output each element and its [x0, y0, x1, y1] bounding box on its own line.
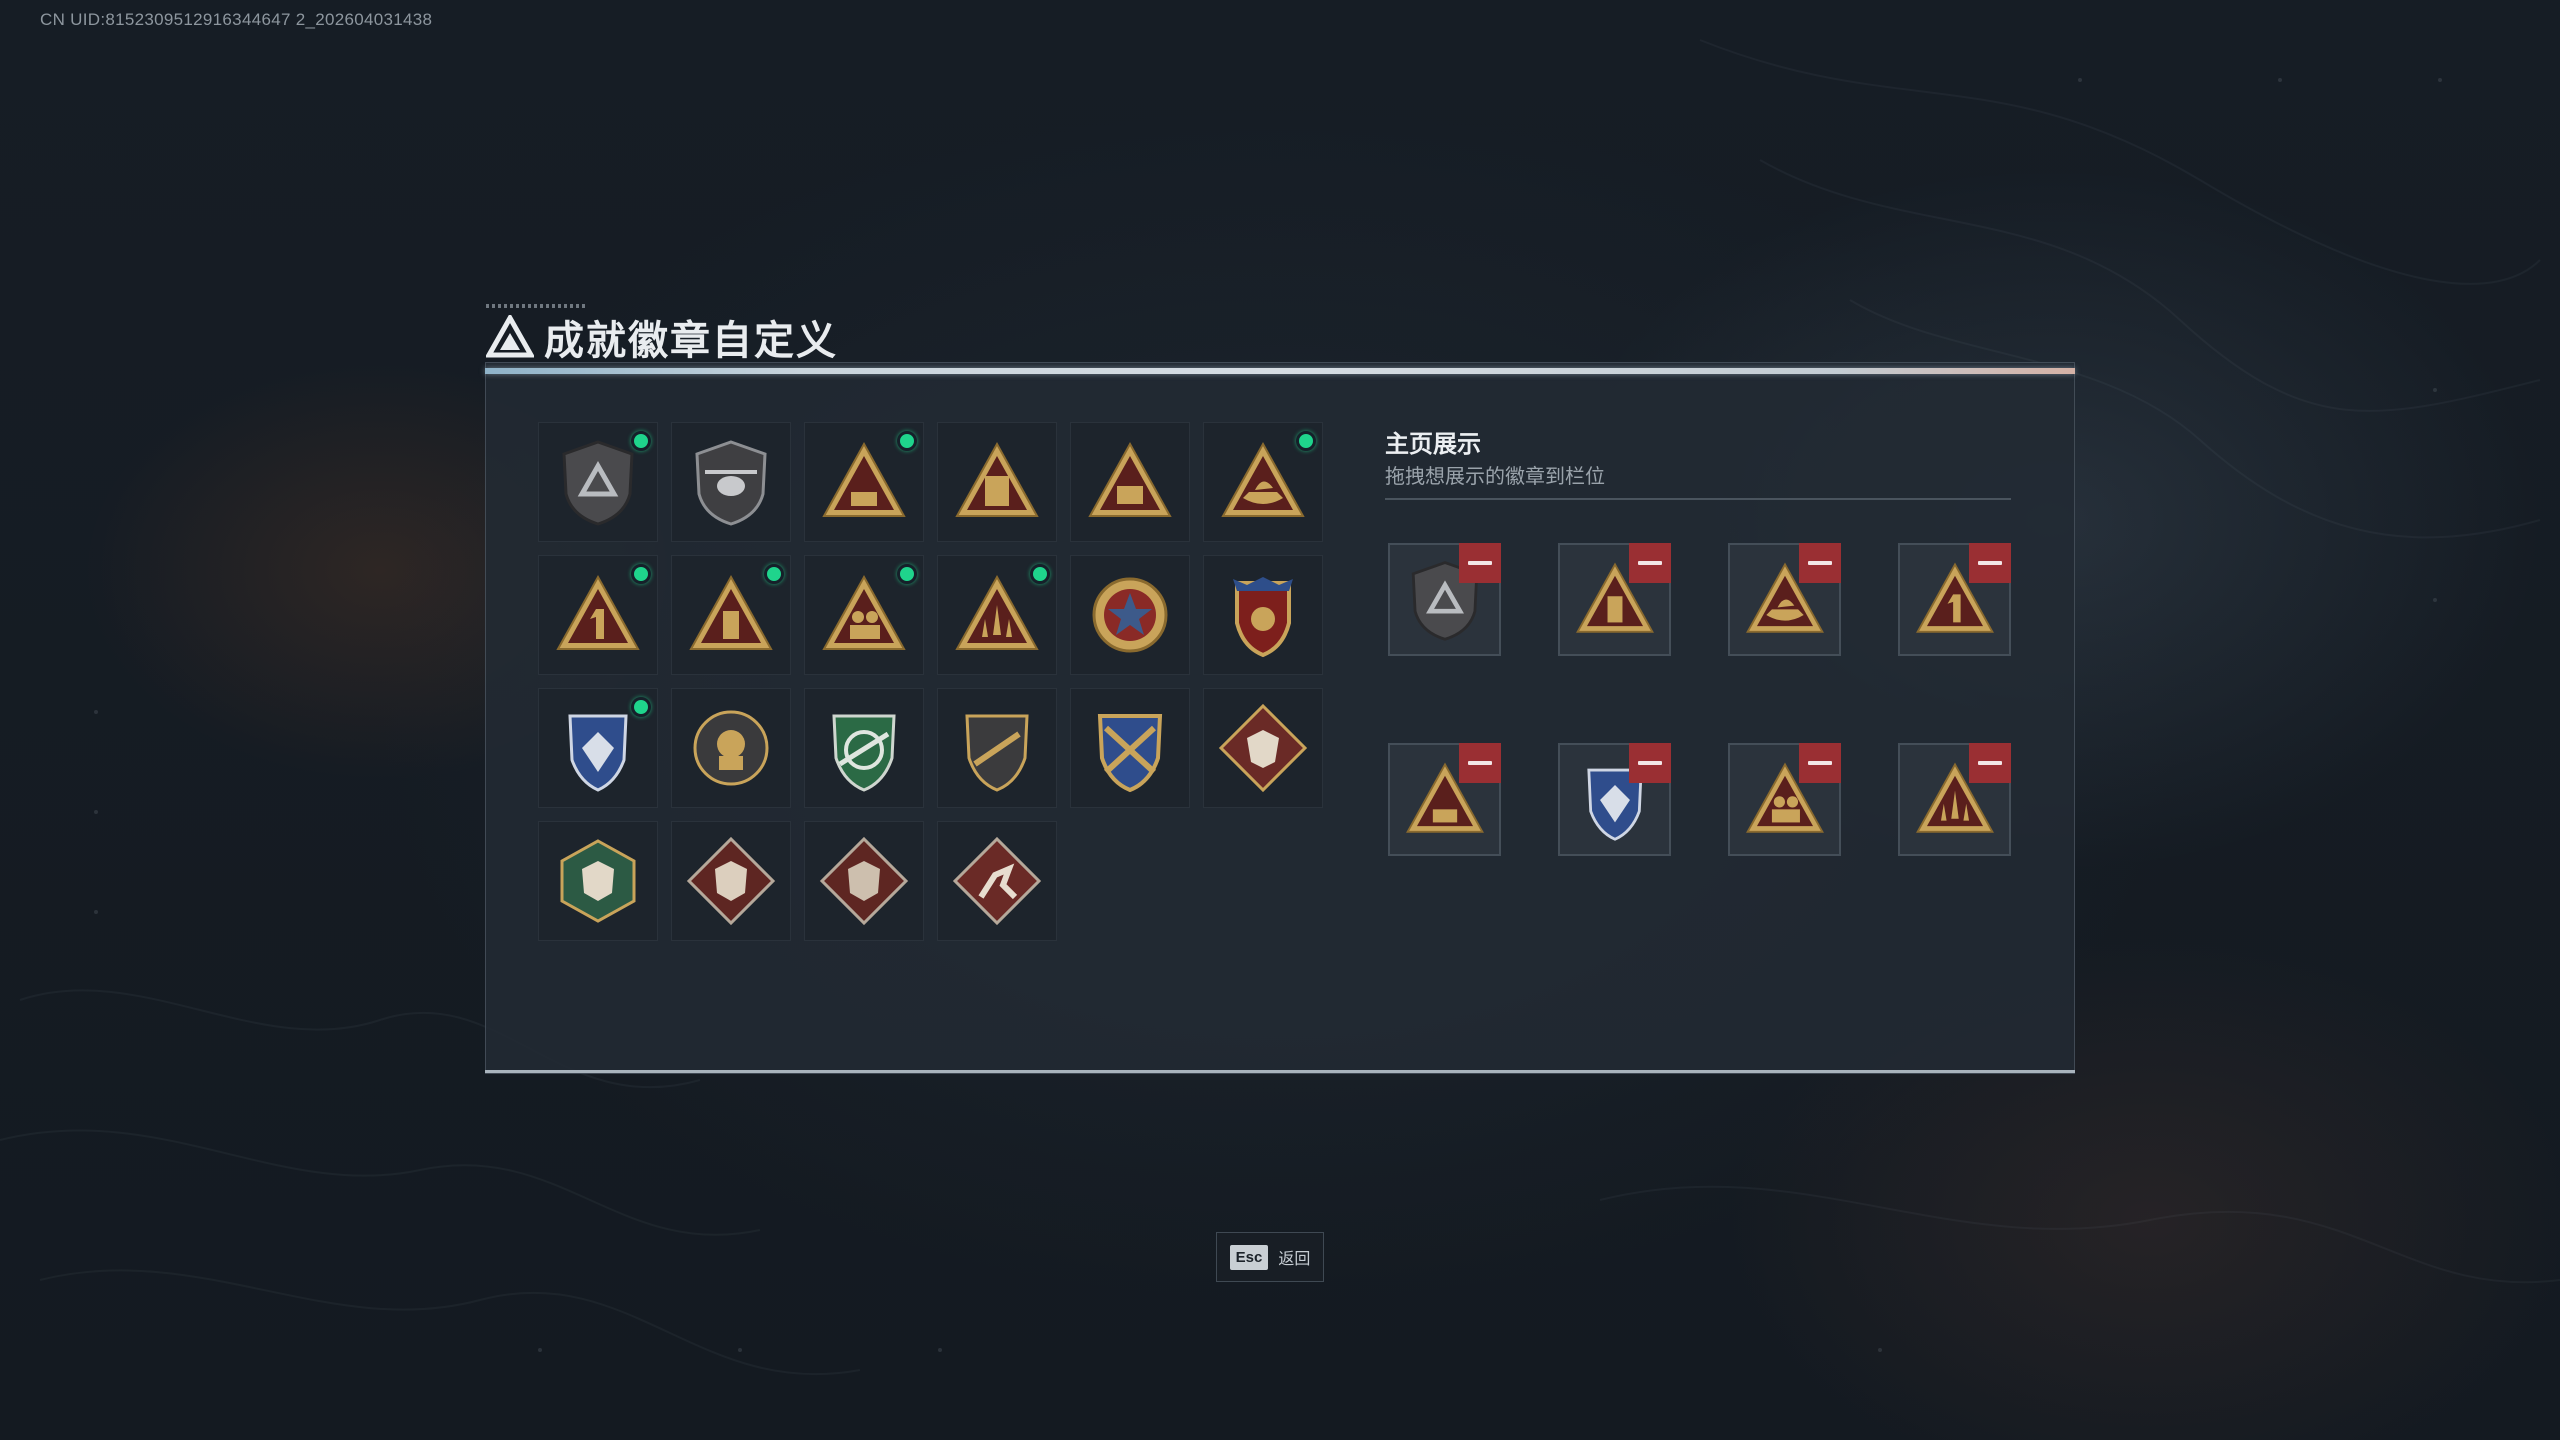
- badge-cell[interactable]: [804, 555, 924, 675]
- remove-badge-button[interactable]: [1969, 543, 2011, 583]
- triangle-s8-badge-icon: [1088, 441, 1172, 517]
- badge-cell[interactable]: [538, 422, 658, 542]
- helicopter-badge-icon: [695, 440, 767, 526]
- triangle-s7-badge-icon: [955, 441, 1039, 517]
- minus-icon: [1808, 761, 1832, 765]
- remove-badge-button[interactable]: [1799, 543, 1841, 583]
- badge-cell[interactable]: [1070, 688, 1190, 808]
- badge-cell[interactable]: [937, 555, 1057, 675]
- remove-badge-button[interactable]: [1969, 743, 2011, 783]
- selected-indicator: [1030, 564, 1050, 584]
- skull-portrait-badge-icon: [693, 710, 769, 786]
- showcase-slot[interactable]: [1898, 543, 2011, 656]
- badge-cell[interactable]: [1070, 555, 1190, 675]
- dragon-diamond-2-badge-icon: [819, 836, 909, 926]
- showcase-slot[interactable]: [1388, 743, 1501, 856]
- crossed-rifles-badge-icon: [1097, 714, 1163, 793]
- badge-cell[interactable]: [937, 688, 1057, 808]
- triangle-boat-badge-icon: [1221, 441, 1305, 517]
- dragon-diamond-badge-icon: [686, 836, 776, 926]
- showcase-slot[interactable]: [1558, 743, 1671, 856]
- remove-badge-button[interactable]: [1629, 743, 1671, 783]
- badge-cell[interactable]: [937, 821, 1057, 941]
- selected-indicator: [631, 697, 651, 717]
- badge-cell[interactable]: [671, 422, 791, 542]
- triangle-rockets-badge-icon: [955, 574, 1039, 650]
- delta-logo-icon: [486, 315, 534, 358]
- minus-icon: [1468, 561, 1492, 565]
- green-rifle-shield-badge-icon: [832, 714, 896, 792]
- esc-key-hint: Esc: [1229, 1244, 1269, 1270]
- selected-indicator: [897, 431, 917, 451]
- showcase-slot[interactable]: [1728, 743, 1841, 856]
- eagle-shield-badge-icon: [1233, 577, 1293, 658]
- remove-badge-button[interactable]: [1459, 743, 1501, 783]
- badge-cell[interactable]: [538, 821, 658, 941]
- showcase-slot[interactable]: [1558, 543, 1671, 656]
- badge-cell[interactable]: [1203, 555, 1323, 675]
- page-title: 成就徽章自定义: [544, 319, 838, 363]
- badge-cell[interactable]: [804, 821, 924, 941]
- wolf-diamond-badge-icon: [1218, 703, 1308, 793]
- remove-badge-button[interactable]: [1629, 543, 1671, 583]
- badge-cell[interactable]: [671, 821, 791, 941]
- showcase-slot[interactable]: [1728, 543, 1841, 656]
- badge-cell[interactable]: [671, 688, 791, 808]
- rifle-shield-badge-icon: [965, 714, 1029, 792]
- badge-cell[interactable]: [1203, 688, 1323, 808]
- badge-cell[interactable]: [538, 555, 658, 675]
- runner-diamond-badge-icon: [952, 836, 1042, 926]
- minus-icon: [1808, 561, 1832, 565]
- panel-bottom-line: [485, 1070, 2075, 1073]
- minus-icon: [1638, 561, 1662, 565]
- selected-indicator: [1296, 431, 1316, 451]
- badge-cell[interactable]: [1070, 422, 1190, 542]
- page-title-row: 成就徽章自定义: [486, 308, 838, 366]
- minus-icon: [1978, 561, 2002, 565]
- badge-cell[interactable]: [804, 688, 924, 808]
- panel-top-bar: [485, 368, 2075, 374]
- showcase-divider: [1385, 498, 2011, 500]
- triangle-number-1-badge-icon: [556, 574, 640, 650]
- showcase-slot[interactable]: [1898, 743, 2011, 856]
- triangle-s6-badge-icon: [822, 441, 906, 517]
- selected-indicator: [631, 431, 651, 451]
- blue-crest-badge-icon: [568, 714, 628, 792]
- selected-indicator: [631, 564, 651, 584]
- minus-icon: [1978, 761, 2002, 765]
- triangle-tower-badge-icon: [689, 574, 773, 650]
- badge-cell[interactable]: [1203, 422, 1323, 542]
- uid-label: CN UID:8152309512916344647 2_20260403143…: [40, 10, 433, 29]
- showcase-slots: [1388, 543, 2011, 856]
- star-medal-badge-icon: [1092, 577, 1168, 653]
- showcase-slot[interactable]: [1388, 543, 1501, 656]
- triangle-soldiers-badge-icon: [822, 574, 906, 650]
- selected-indicator: [764, 564, 784, 584]
- badge-grid: [538, 422, 1323, 941]
- badge-cell[interactable]: [804, 422, 924, 542]
- dragon-hexagon-badge-icon: [560, 839, 636, 923]
- badge-cell[interactable]: [671, 555, 791, 675]
- shield-delta-badge-icon: [562, 440, 634, 526]
- minus-icon: [1468, 761, 1492, 765]
- badge-cell[interactable]: [538, 688, 658, 808]
- minus-icon: [1638, 761, 1662, 765]
- showcase-title: 主页展示: [1385, 431, 1481, 458]
- showcase-subtitle: 拖拽想展示的徽章到栏位: [1385, 466, 1605, 488]
- remove-badge-button[interactable]: [1459, 543, 1501, 583]
- badge-cell[interactable]: [937, 422, 1057, 542]
- selected-indicator: [897, 564, 917, 584]
- back-label: 返回: [1278, 1251, 1311, 1268]
- remove-badge-button[interactable]: [1799, 743, 1841, 783]
- back-button[interactable]: Esc 返回: [1216, 1232, 1324, 1282]
